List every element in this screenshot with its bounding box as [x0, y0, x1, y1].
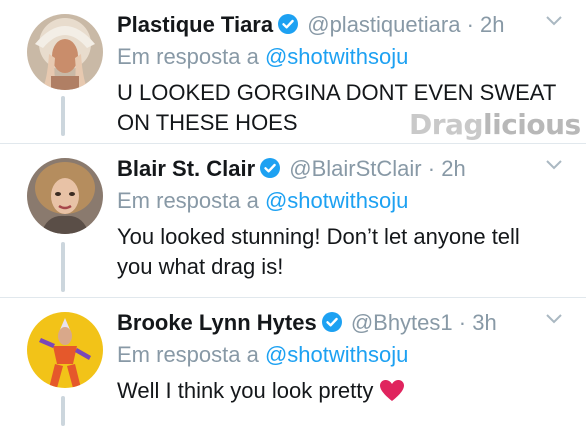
tweet-header: Blair St. Clair @BlairStClair · 2h [117, 156, 466, 185]
verified-badge-icon [277, 13, 299, 41]
avatar[interactable] [27, 312, 103, 388]
reply-prefix: Em resposta a [117, 44, 259, 69]
display-name[interactable]: Brooke Lynn Hytes [117, 310, 317, 335]
avatar[interactable] [27, 158, 103, 234]
tweet-header: Plastique Tiara @plastiquetiara · 2h [117, 12, 505, 41]
reply-context: Em resposta a @shotwithsoju [117, 342, 408, 368]
chevron-down-icon[interactable] [544, 14, 564, 33]
user-handle[interactable]: @Bhytes1 [351, 310, 453, 335]
display-name[interactable]: Plastique Tiara [117, 12, 273, 37]
timestamp[interactable]: 3h [472, 310, 496, 335]
tweet-text: You looked stunning! Don’t let anyone te… [117, 224, 520, 279]
display-name[interactable]: Blair St. Clair [117, 156, 255, 181]
separator-dot: · [466, 12, 474, 37]
red-heart-icon [379, 379, 405, 411]
watermark-logo: Draglicious [409, 108, 581, 141]
chevron-down-icon[interactable] [544, 158, 564, 177]
thread-line [61, 242, 65, 292]
separator-dot: · [458, 310, 467, 335]
reply-context: Em resposta a @shotwithsoju [117, 44, 408, 70]
avatar[interactable] [27, 14, 103, 90]
reply-mention-link[interactable]: @shotwithsoju [265, 342, 408, 367]
user-handle[interactable]: @plastiquetiara [307, 12, 460, 37]
user-handle[interactable]: @BlairStClair [289, 156, 421, 181]
timestamp[interactable]: 2h [441, 156, 465, 181]
reply-context: Em resposta a @shotwithsoju [117, 188, 408, 214]
separator-dot: · [427, 156, 436, 181]
reply-prefix: Em resposta a [117, 342, 259, 367]
tweet-header: Brooke Lynn Hytes @Bhytes1 · 3h [117, 310, 497, 339]
chevron-down-icon[interactable] [544, 312, 564, 331]
reply-mention-link[interactable]: @shotwithsoju [265, 188, 408, 213]
reply-mention-link[interactable]: @shotwithsoju [265, 44, 408, 69]
verified-badge-icon [321, 311, 343, 339]
reply-prefix: Em resposta a [117, 188, 259, 213]
tweet[interactable]: Blair St. Clair @BlairStClair · 2h Em re… [0, 143, 586, 298]
tweet-text-content: Well I think you look pretty [117, 378, 374, 403]
timestamp[interactable]: 2h [480, 12, 504, 37]
verified-badge-icon [259, 157, 281, 185]
tweet-text: Well I think you look pretty [117, 376, 557, 411]
tweet[interactable]: Plastique Tiara @plastiquetiara · 2h Em … [0, 0, 586, 143]
thread-line [61, 96, 65, 136]
tweet[interactable]: Brooke Lynn Hytes @Bhytes1 · 3h Em respo… [0, 297, 586, 426]
thread-line [61, 396, 65, 426]
